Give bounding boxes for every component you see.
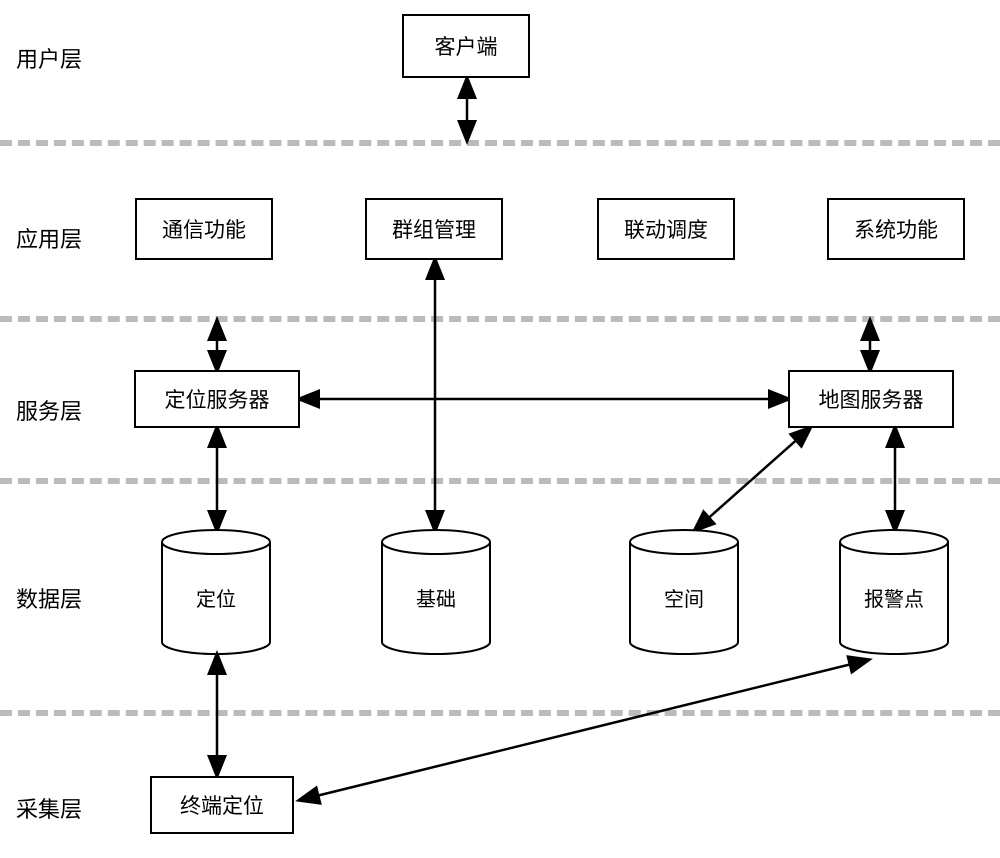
alarm-cylinder: 报警点 [838,528,950,656]
group-box: 群组管理 [365,198,503,260]
comm-box: 通信功能 [135,198,273,260]
layer-label-collect: 采集层 [16,792,82,824]
alarm-cyl-label: 报警点 [864,573,924,612]
terminal-box: 终端定位 [150,776,294,834]
base-cyl-label: 基础 [416,573,456,612]
linkage-box: 联动调度 [597,198,735,260]
layer-label-user: 用户层 [16,42,82,74]
system-label: 系统功能 [854,214,938,244]
group-label: 群组管理 [392,214,476,244]
separator-1 [0,140,1000,146]
layer-label-data: 数据层 [16,582,82,614]
loc-server-box: 定位服务器 [134,370,300,428]
separator-2 [0,316,1000,322]
separator-3 [0,478,1000,484]
loc-cyl-label: 定位 [196,573,236,612]
map-server-box: 地图服务器 [788,370,954,428]
space-cyl-label: 空间 [664,573,704,612]
layer-label-service: 服务层 [16,394,82,426]
base-cylinder: 基础 [380,528,492,656]
terminal-label: 终端定位 [180,790,264,820]
client-box: 客户端 [402,14,530,78]
client-label: 客户端 [435,31,498,61]
linkage-label: 联动调度 [624,214,708,244]
separator-4 [0,710,1000,716]
layer-label-app: 应用层 [16,222,82,254]
system-box: 系统功能 [827,198,965,260]
loc-server-label: 定位服务器 [165,384,270,414]
space-cylinder: 空间 [628,528,740,656]
arrows-svg [0,0,1000,858]
loc-cylinder: 定位 [160,528,272,656]
comm-label: 通信功能 [162,214,246,244]
map-server-label: 地图服务器 [819,384,924,414]
